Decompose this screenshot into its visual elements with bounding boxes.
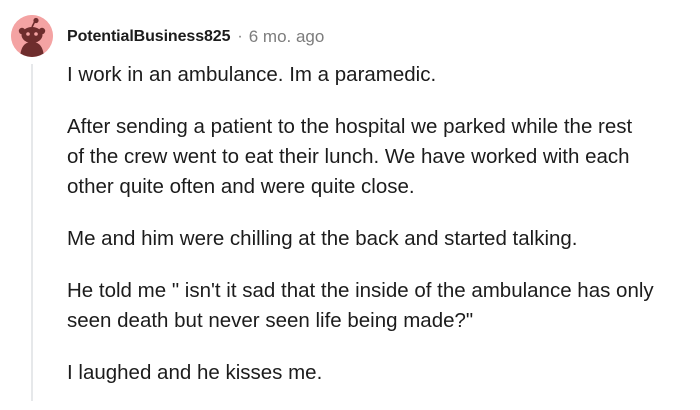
comment-paragraph: He told me " isn't it sad that the insid…	[67, 276, 697, 336]
comment-line: Me and him were chilling at the back and…	[67, 227, 578, 250]
comment-line: of the crew went to eat their lunch. We …	[67, 145, 630, 168]
comment-paragraph: I work in an ambulance. Im a paramedic.	[67, 60, 697, 90]
comment-line: other quite often and were quite close.	[67, 175, 415, 198]
comment-line: He told me " isn't it sad that the insid…	[67, 279, 654, 302]
snoo-avatar-icon	[11, 15, 53, 57]
username-link[interactable]: PotentialBusiness825	[67, 28, 231, 46]
comment-line: After sending a patient to the hospital …	[67, 115, 633, 138]
comment-paragraph: After sending a patient to the hospital …	[67, 112, 697, 202]
comment-meta: PotentialBusiness825 · 6 mo. ago	[67, 25, 324, 49]
comment-line: I laughed and he kisses me.	[67, 361, 323, 384]
user-avatar[interactable]	[11, 15, 53, 57]
comment-line: I work in an ambulance. Im a paramedic.	[67, 63, 437, 86]
thread-line[interactable]	[31, 64, 33, 401]
comment-paragraph: Me and him were chilling at the back and…	[67, 224, 697, 254]
timestamp[interactable]: 6 mo. ago	[249, 27, 325, 47]
comment: PotentialBusiness825 · 6 mo. ago I work …	[0, 0, 700, 401]
meta-separator: ·	[237, 28, 243, 45]
comment-paragraph: I laughed and he kisses me.	[67, 358, 697, 388]
comment-body: I work in an ambulance. Im a paramedic. …	[67, 60, 697, 410]
comment-line: seen death but never seen life being mad…	[67, 309, 474, 332]
